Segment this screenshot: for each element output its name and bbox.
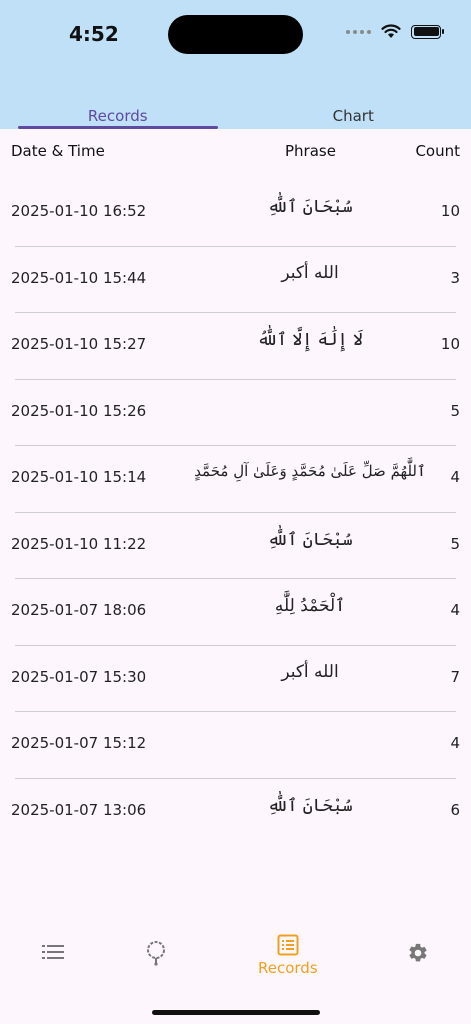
row-datetime: 2025-01-10 15:44 bbox=[11, 268, 147, 287]
status-time: 4:52 bbox=[69, 22, 119, 46]
table-row[interactable]: 2025-01-10 15:44 الله أكبر 3 bbox=[0, 247, 471, 313]
row-count: 5 bbox=[450, 534, 460, 553]
row-phrase: الله أكبر bbox=[281, 661, 339, 682]
row-count: 4 bbox=[450, 601, 460, 619]
table-row[interactable]: 2025-01-07 15:30 الله أكبر 7 bbox=[0, 646, 471, 712]
row-phrase: سُبْحَانَ ٱللَّٰهِ bbox=[267, 197, 353, 217]
beads-icon bbox=[147, 941, 165, 966]
tab-bar: Records Chart bbox=[0, 100, 471, 129]
row-count: 6 bbox=[450, 800, 460, 819]
header-count: Count bbox=[415, 142, 460, 160]
row-datetime: 2025-01-07 18:06 bbox=[11, 601, 147, 619]
row-datetime: 2025-01-07 15:30 bbox=[11, 667, 147, 686]
row-count: 4 bbox=[450, 468, 460, 486]
table-header: Date & Time Phrase Count bbox=[0, 129, 471, 174]
home-indicator bbox=[152, 1010, 320, 1015]
row-count: 10 bbox=[440, 335, 460, 353]
row-phrase: سُبْحَانَ ٱللَّٰهِ bbox=[267, 795, 353, 816]
signal-icon bbox=[346, 29, 371, 34]
nav-settings[interactable] bbox=[407, 942, 429, 964]
wifi-icon bbox=[381, 24, 401, 38]
row-datetime: 2025-01-07 15:12 bbox=[11, 734, 147, 752]
settings-icon bbox=[409, 943, 427, 962]
dynamic-island bbox=[168, 15, 303, 54]
row-count: 3 bbox=[450, 268, 460, 287]
nav-list[interactable] bbox=[42, 944, 64, 960]
table-row[interactable]: 2025-01-10 16:52 سُبْحَانَ ٱللَّٰهِ 10 bbox=[0, 180, 471, 247]
records-icon bbox=[277, 934, 299, 956]
tab-records[interactable]: Records bbox=[0, 100, 236, 129]
row-datetime: 2025-01-10 15:14 bbox=[11, 468, 147, 486]
records-list: 2025-01-10 16:52 سُبْحَانَ ٱللَّٰهِ 10 2… bbox=[0, 180, 471, 845]
battery-icon bbox=[411, 24, 444, 39]
header-datetime: Date & Time bbox=[11, 142, 105, 160]
row-count: 5 bbox=[450, 401, 460, 420]
row-phrase: سُبْحَانَ ٱللَّٰهِ bbox=[267, 529, 353, 550]
table-row[interactable]: 2025-01-07 15:12 4 bbox=[0, 712, 471, 779]
row-count: 10 bbox=[440, 202, 460, 220]
nav-counter[interactable] bbox=[145, 940, 167, 966]
row-datetime: 2025-01-10 11:22 bbox=[11, 534, 147, 553]
table-row[interactable]: 2025-01-07 13:06 سُبْحَانَ ٱللَّٰهِ 6 bbox=[0, 779, 471, 846]
list-icon bbox=[42, 945, 64, 959]
row-count: 7 bbox=[450, 667, 460, 686]
row-datetime: 2025-01-07 13:06 bbox=[11, 800, 147, 819]
table-row[interactable]: 2025-01-10 15:14 ٱللَّٰهُمَّ صَلِّ عَلَى… bbox=[0, 446, 471, 513]
row-datetime: 2025-01-10 15:26 bbox=[11, 401, 147, 420]
table-row[interactable]: 2025-01-10 11:22 سُبْحَانَ ٱللَّٰهِ 5 bbox=[0, 513, 471, 579]
nav-records-label: Records bbox=[258, 959, 318, 977]
app-header: 4:52 Records Chart bbox=[0, 0, 471, 129]
row-phrase: ٱلْحَمْدُ لِلَّٰهِ bbox=[274, 596, 346, 616]
row-phrase: ٱللَّٰهُمَّ صَلِّ عَلَىٰ مُحَمَّدٍ وَعَل… bbox=[194, 462, 426, 480]
row-phrase: الله أكبر bbox=[281, 262, 339, 283]
bottom-nav: Records bbox=[0, 920, 471, 990]
row-datetime: 2025-01-10 16:52 bbox=[11, 202, 147, 220]
header-phrase: Phrase bbox=[285, 142, 336, 160]
status-icons bbox=[346, 24, 444, 39]
tab-chart[interactable]: Chart bbox=[236, 100, 471, 129]
row-datetime: 2025-01-10 15:27 bbox=[11, 335, 147, 353]
table-row[interactable]: 2025-01-10 15:26 5 bbox=[0, 380, 471, 446]
table-row[interactable]: 2025-01-07 18:06 ٱلْحَمْدُ لِلَّٰهِ 4 bbox=[0, 579, 471, 646]
row-phrase: لَا إِلَٰهَ إِلَّا ٱللَّٰهُ bbox=[257, 330, 363, 350]
table-row[interactable]: 2025-01-10 15:27 لَا إِلَٰهَ إِلَّا ٱللَ… bbox=[0, 313, 471, 380]
row-count: 4 bbox=[450, 734, 460, 752]
nav-records[interactable]: Records bbox=[258, 934, 318, 977]
